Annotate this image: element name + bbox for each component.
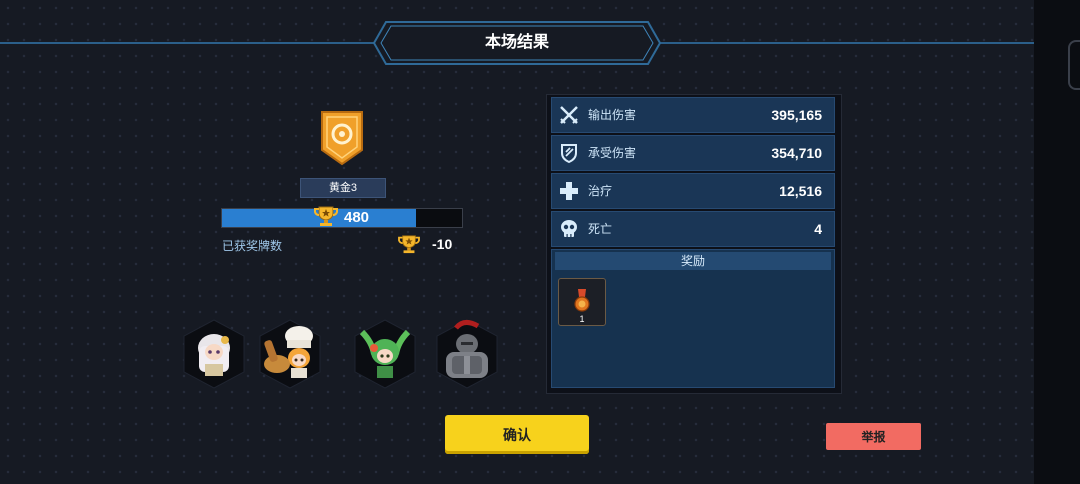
plus-icon — [558, 180, 580, 202]
hero-portrait-chef[interactable] — [257, 318, 323, 390]
stat-value: 12,516 — [779, 183, 822, 199]
medal-icon — [574, 289, 590, 312]
trophy-icon — [314, 205, 338, 232]
title-banner: 本场结果 — [372, 20, 662, 66]
medals-earned-label: 已获奖牌数 — [222, 239, 283, 253]
confirm-button[interactable]: 确认 — [445, 415, 589, 454]
stat-value: 395,165 — [771, 107, 822, 123]
stat-label: 治疗 — [588, 184, 613, 198]
crossed-swords-icon — [558, 104, 580, 126]
trophy-progress-bar — [221, 208, 463, 228]
edge-tab-handle[interactable] — [1068, 40, 1080, 90]
stat-label: 承受伤害 — [588, 146, 637, 160]
stat-row-deaths: 死亡 4 — [551, 211, 835, 247]
trophy-count: 480 — [344, 209, 370, 226]
reward-count: 1 — [579, 314, 585, 324]
medals-earned-value: -10 — [432, 236, 453, 252]
title-divider-left — [0, 42, 378, 44]
stat-row-healing: 治疗 12,516 — [551, 173, 835, 209]
stat-label: 输出伤害 — [588, 108, 637, 122]
stat-row-damage-dealt: 输出伤害 395,165 — [551, 97, 835, 133]
stat-label: 死亡 — [588, 222, 613, 236]
report-button[interactable]: 举报 — [826, 423, 921, 450]
shield-icon — [558, 142, 580, 164]
rank-tier-label: 黄金3 — [300, 178, 386, 198]
system-edge-strip — [1034, 0, 1080, 484]
rewards-box: 奖励 1 — [551, 249, 835, 388]
stat-value: 354,710 — [771, 145, 822, 161]
hero-portrait-green-haired[interactable] — [352, 318, 418, 390]
title-divider-right — [656, 42, 1034, 44]
skull-icon — [558, 218, 580, 240]
rank-emblem-icon — [320, 110, 364, 166]
hero-portrait-armored-knight[interactable] — [434, 318, 500, 390]
page-title: 本场结果 — [484, 34, 549, 51]
hero-portrait-white-haired[interactable] — [181, 318, 247, 390]
stat-row-damage-taken: 承受伤害 354,710 — [551, 135, 835, 171]
rewards-header: 奖励 — [555, 252, 831, 270]
reward-item[interactable]: 1 — [558, 278, 606, 326]
stat-value: 4 — [814, 221, 822, 237]
medal-trophy-icon — [398, 234, 420, 259]
